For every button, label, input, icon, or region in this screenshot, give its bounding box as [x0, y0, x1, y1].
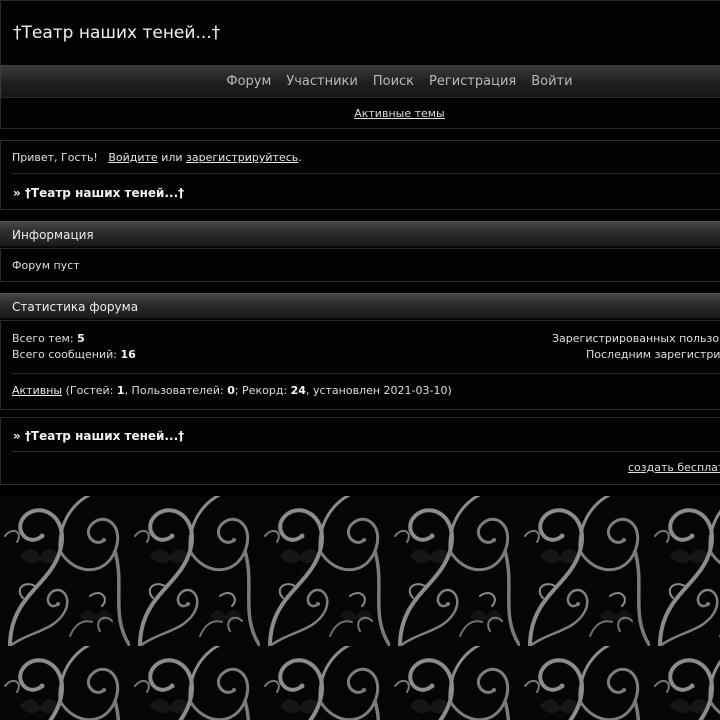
active-users-line: Активны (Гостей: 1, Пользователей: 0; Ре… [12, 384, 452, 397]
swirl-background [0, 496, 720, 720]
stats-header-title: Статистика форума [12, 300, 139, 314]
breadcrumb-top[interactable]: » †Театр наших теней...† [13, 186, 184, 200]
info-header: Информация [0, 221, 720, 247]
total-topics-label: Всего тем: [12, 332, 74, 345]
register-link[interactable]: зарегистрируйтесь [186, 151, 298, 164]
nav-item-members[interactable]: Участники [286, 74, 358, 89]
create-forum-link[interactable]: создать бесплат [628, 461, 720, 474]
login-link[interactable]: Войдите [108, 151, 157, 164]
breadcrumb-bottom[interactable]: » †Театр наших теней...† [13, 429, 184, 443]
nav-list: Форум Участники Поиск Регистрация Войти [1, 66, 720, 97]
guests-value: 1 [116, 384, 125, 397]
nav-item-forum[interactable]: Форум [226, 74, 271, 89]
info-header-title: Информация [12, 228, 94, 242]
total-posts: Всего сообщений: 16 [12, 348, 136, 361]
users-label: , Пользователей: [124, 384, 224, 397]
divider [11, 451, 720, 452]
divider [11, 173, 720, 174]
active-users-link[interactable]: Активны [12, 384, 62, 397]
divider [11, 373, 720, 374]
record-date: , установлен 2021-03-10) [305, 384, 452, 397]
guests-label: (Гостей: [65, 384, 114, 397]
nav-item-search[interactable]: Поиск [373, 74, 414, 89]
total-posts-label: Всего сообщений: [12, 348, 117, 361]
record-label: ; Рекорд: [234, 384, 288, 397]
swirl-pattern-icon [0, 496, 720, 720]
site-header: †Театр наших теней...† [0, 0, 720, 66]
footer-block: » †Театр наших теней...† создать бесплат [0, 417, 720, 485]
stats-body: Всего тем: 5 Всего сообщений: 16 Зарегис… [0, 320, 720, 410]
welcome-line: Привет, Гость! Войдите или зарегистрируй… [12, 151, 302, 164]
or-text: или [161, 151, 183, 164]
total-topics: Всего тем: 5 [12, 332, 85, 345]
main-nav: Форум Участники Поиск Регистрация Войти [0, 65, 720, 98]
active-topics-link[interactable]: Активные темы [1, 107, 720, 120]
page: †Театр наших теней...† Форум Участники П… [0, 0, 720, 720]
forum-empty-text: Форум пуст [12, 259, 80, 272]
nav-item-register[interactable]: Регистрация [429, 74, 516, 89]
site-title[interactable]: †Театр наших теней...† [13, 23, 220, 43]
record-value: 24 [290, 384, 306, 397]
welcome-block: Привет, Гость! Войдите или зарегистрируй… [0, 140, 720, 210]
active-topics-bar: Активные темы [0, 97, 720, 129]
last-registered: Последним зарегистри [586, 348, 720, 361]
greeting-text: Привет, Гость! [12, 151, 98, 164]
stats-header: Статистика форума [0, 293, 720, 319]
forum-container: †Театр наших теней...† Форум Участники П… [0, 0, 720, 496]
period-text: . [298, 151, 302, 164]
registered-users: Зарегистрированных пользо [552, 332, 720, 345]
total-posts-value: 16 [120, 348, 136, 361]
users-value: 0 [227, 384, 235, 397]
nav-item-login[interactable]: Войти [531, 74, 572, 89]
total-topics-value: 5 [77, 332, 85, 345]
info-body: Форум пуст [0, 248, 720, 282]
